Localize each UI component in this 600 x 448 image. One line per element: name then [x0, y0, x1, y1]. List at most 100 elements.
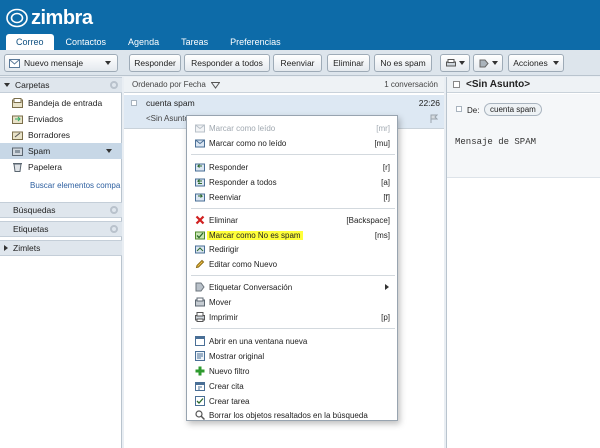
menu-item-create-appointment[interactable]: Crear cita: [187, 379, 399, 393]
delete-button[interactable]: Eliminar: [327, 54, 370, 72]
tab-preferencias[interactable]: Preferencias: [220, 34, 291, 50]
tab-agenda[interactable]: Agenda: [118, 34, 169, 50]
menu-item-edit-as-new[interactable]: Editar como Nuevo: [187, 257, 399, 271]
flag-icon[interactable]: [430, 114, 438, 123]
menu-item-move[interactable]: Mover: [187, 295, 399, 309]
chevron-down-icon[interactable]: [106, 149, 112, 153]
new-filter-icon: [195, 366, 205, 376]
menu-label: Marcar como leído: [209, 123, 276, 133]
gear-icon[interactable]: [110, 206, 118, 214]
menu-shortcut: [p]: [381, 312, 390, 322]
chevron-down-icon: [491, 61, 498, 65]
sent-icon: [12, 115, 23, 124]
folder-drafts[interactable]: Borradores: [0, 127, 122, 143]
menu-item-show-original[interactable]: Mostrar original: [187, 349, 399, 363]
move-icon: [195, 297, 205, 307]
menu-item-redirect[interactable]: Redirigir: [187, 242, 399, 256]
collapse-icon: [4, 83, 10, 87]
reply-all-button[interactable]: Responder a todos: [184, 54, 270, 72]
expand-icon[interactable]: [131, 100, 137, 106]
zimbra-logo-icon: [6, 8, 28, 28]
menu-separator: [191, 154, 395, 155]
forward-icon: [195, 193, 205, 202]
list-header: Ordenado por Fecha 1 conversación: [124, 77, 444, 93]
folder-inbox[interactable]: Bandeja de entrada: [0, 95, 122, 111]
folders-title: Carpetas: [15, 80, 50, 90]
menu-item-delete[interactable]: Eliminar [Backspace]: [187, 213, 399, 227]
folder-label: Borradores: [28, 130, 71, 140]
not-spam-button[interactable]: No es spam: [374, 54, 432, 72]
menu-label: Editar como Nuevo: [209, 259, 278, 269]
menu-separator: [191, 208, 395, 209]
expand-icon: [4, 245, 8, 251]
menu-item-reply[interactable]: Responder [r]: [187, 160, 399, 174]
menu-item-create-task[interactable]: Crear tarea: [187, 394, 399, 408]
reply-button[interactable]: Responder: [129, 54, 181, 72]
menu-label: Marcar como No es spam: [207, 230, 303, 240]
new-message-icon: [9, 58, 20, 68]
search-shared-items-link[interactable]: Buscar elementos compa: [30, 181, 122, 190]
menu-label: Responder: [209, 162, 249, 172]
menu-label: Abrir en una ventana nueva: [209, 336, 308, 346]
menu-item-reply-all[interactable]: Responder a todos [a]: [187, 175, 399, 189]
inbox-icon: [12, 98, 23, 108]
tags-header[interactable]: Etiquetas: [0, 221, 122, 237]
print-dropdown-button[interactable]: [440, 54, 470, 72]
not-spam-icon: [195, 231, 205, 240]
message-header: De: cuenta spam: [447, 94, 600, 178]
folder-label: Spam: [28, 146, 51, 156]
menu-label: Mostrar original: [209, 351, 265, 361]
menu-item-print[interactable]: Imprimir [p]: [187, 310, 399, 324]
message-subject: cuenta spam: [146, 98, 195, 108]
sidebar: Carpetas Bandeja de entrada Enviados Bor…: [0, 77, 122, 448]
menu-item-forward[interactable]: Reenviar [f]: [187, 190, 399, 204]
submenu-arrow-icon: [385, 284, 389, 290]
searches-header[interactable]: Búsquedas: [0, 202, 122, 218]
tag-dropdown-button[interactable]: [473, 54, 503, 72]
context-menu: Marcar como leído [mr] Marcar como no le…: [186, 115, 398, 421]
sort-icon[interactable]: [211, 82, 220, 89]
zimlets-header[interactable]: Zimlets: [0, 240, 122, 256]
sender-pill[interactable]: cuenta spam: [484, 103, 542, 116]
menu-item-open-new-window[interactable]: Abrir en una ventana nueva: [187, 334, 399, 348]
menu-label: Responder a todos: [209, 177, 277, 187]
folders-header[interactable]: Carpetas: [0, 77, 122, 93]
show-original-icon: [195, 351, 205, 361]
collapse-icon[interactable]: [453, 81, 460, 88]
gear-icon[interactable]: [110, 81, 118, 89]
sort-label[interactable]: Ordenado por Fecha: [132, 80, 206, 89]
folder-spam[interactable]: Spam: [0, 143, 122, 159]
menu-shortcut: [a]: [381, 177, 390, 187]
forward-button[interactable]: Reenviar: [273, 54, 322, 72]
drafts-icon: [12, 131, 23, 140]
menu-item-mark-read[interactable]: Marcar como leído [mr]: [187, 121, 399, 135]
zimlets-title: Zimlets: [13, 243, 41, 253]
menu-item-mark-not-spam[interactable]: Marcar como No es spam [ms]: [187, 228, 399, 242]
app-header: zimbra Correo Contactos Agenda Tareas Pr…: [0, 0, 600, 50]
menu-item-mark-unread[interactable]: Marcar como no leído [mu]: [187, 136, 399, 150]
app-tabs: Correo Contactos Agenda Tareas Preferenc…: [6, 34, 293, 50]
print-icon: [445, 58, 456, 66]
edit-icon: [195, 259, 205, 269]
menu-label: Marcar como no leído: [209, 138, 287, 148]
folder-trash[interactable]: Papelera: [0, 159, 122, 175]
menu-shortcut: [mu]: [374, 138, 390, 148]
menu-shortcut: [ms]: [374, 230, 390, 240]
tab-contactos[interactable]: Contactos: [56, 34, 117, 50]
actions-button[interactable]: Acciones: [508, 54, 564, 72]
clear-highlight-icon: [195, 410, 205, 420]
zimbra-logo[interactable]: zimbra: [6, 6, 93, 30]
tab-correo[interactable]: Correo: [6, 34, 54, 50]
menu-item-clear-search-highlights[interactable]: Borrar los objetos resaltados en la búsq…: [187, 408, 399, 422]
tab-tareas[interactable]: Tareas: [171, 34, 218, 50]
new-message-button[interactable]: Nuevo mensaje: [4, 54, 118, 72]
print-icon: [195, 312, 205, 322]
folder-sent[interactable]: Enviados: [0, 111, 122, 127]
menu-item-tag-conversation[interactable]: Etiquetar Conversación: [187, 280, 399, 294]
menu-item-new-filter[interactable]: Nuevo filtro: [187, 364, 399, 378]
tag-icon: [479, 59, 489, 67]
expand-icon[interactable]: [456, 106, 462, 112]
gear-icon[interactable]: [110, 225, 118, 233]
folder-label: Papelera: [28, 162, 63, 172]
menu-label: Mover: [209, 297, 232, 307]
